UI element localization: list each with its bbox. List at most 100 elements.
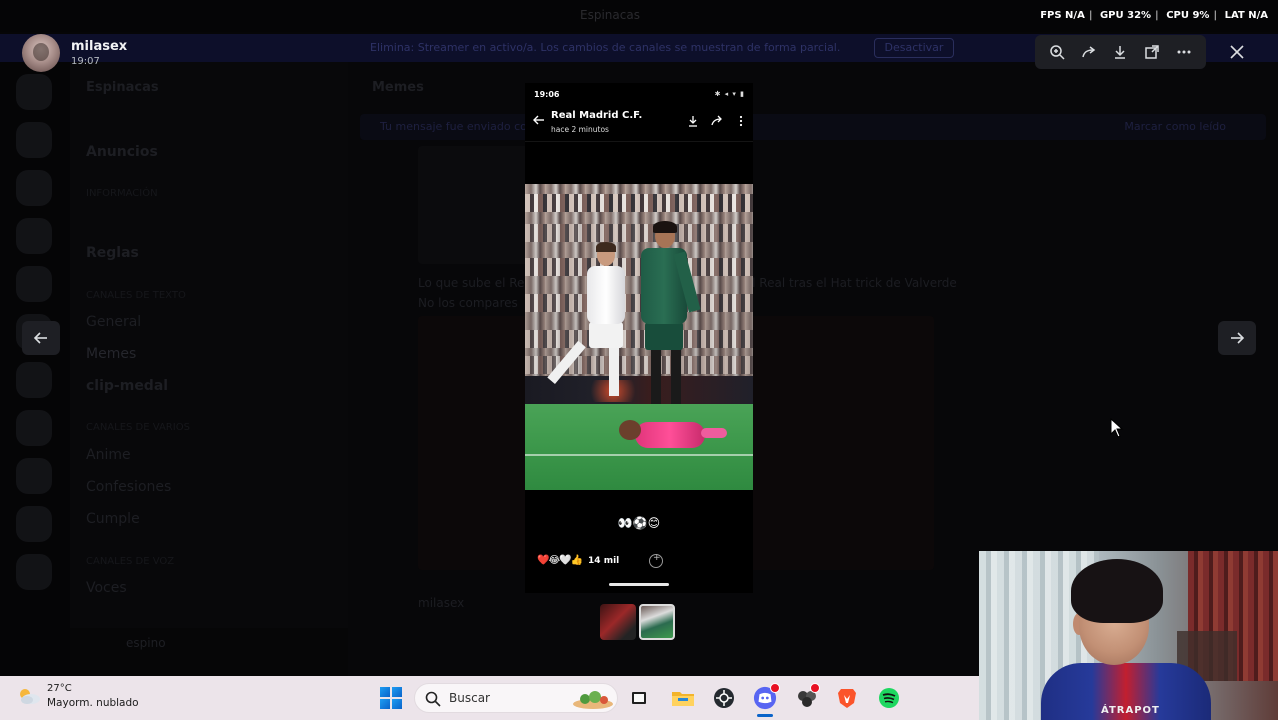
spotify-icon[interactable]: [877, 686, 901, 710]
channel-sidebar: Espinacas Anuncios INFORMACIÓN Reglas CA…: [70, 62, 348, 676]
media-image[interactable]: 19:06 ✱ ◂ ▾ ▮ Real Madrid C.F. hace 2 mi…: [525, 83, 753, 593]
phone-status-icons: ✱ ◂ ▾ ▮: [714, 90, 745, 98]
taskbar-search[interactable]: Buscar: [414, 683, 618, 713]
shirt-text: ÁTRAPOT: [1101, 705, 1160, 716]
webcam-overlay: ÁTRAPOT: [979, 551, 1278, 720]
home-indicator: [609, 583, 669, 586]
server-icon: [16, 506, 52, 542]
reaction-count: 14 mil: [588, 555, 620, 566]
banner-button: Desactivar: [874, 38, 954, 58]
server-icon: [16, 410, 52, 446]
reactions: ❤️😂🤍👍 14 mil: [537, 555, 619, 566]
author-name[interactable]: milasex: [71, 38, 127, 55]
search-icon: [425, 691, 441, 707]
lat-label: LAT: [1224, 10, 1245, 21]
performance-overlay: FPS N/A | GPU 32% | CPU 9% | LAT N/A: [1040, 10, 1268, 21]
server-list: [0, 62, 70, 676]
phone-status-time: 19:06: [534, 90, 560, 99]
share-icon: [711, 115, 722, 126]
post-caption: 👀⚽😊: [617, 516, 661, 530]
discord-icon[interactable]: [753, 683, 780, 710]
self-username: espino: [126, 636, 166, 650]
channel-category: INFORMACIÓN: [86, 188, 158, 199]
close-icon[interactable]: [1222, 37, 1252, 67]
download-icon[interactable]: [1106, 38, 1134, 66]
notification-badge: [810, 683, 820, 693]
football-photo: [525, 184, 753, 490]
file-explorer-icon[interactable]: [671, 686, 695, 710]
open-external-icon[interactable]: [1138, 38, 1166, 66]
channel-item-active: Memes: [86, 346, 137, 362]
chat-header: Memes: [348, 72, 1278, 104]
gpu-value: 32%: [1127, 10, 1152, 21]
avatar[interactable]: [22, 34, 60, 72]
notice-bar: Tu mensaje fue enviado correctamente Mar…: [360, 114, 1266, 140]
previous-image-button[interactable]: [22, 321, 60, 355]
task-view-icon[interactable]: [627, 686, 651, 710]
message-author: milasex: [418, 596, 465, 610]
more-icon[interactable]: [1170, 38, 1198, 66]
cpu-label: CPU: [1166, 10, 1189, 21]
zoom-icon[interactable]: [1043, 38, 1071, 66]
server-icon: [16, 266, 52, 302]
thumbnail[interactable]: [600, 604, 636, 640]
goalkeeper-figure: [605, 414, 727, 454]
active-app-indicator: [757, 714, 773, 717]
kebab-menu-icon: [739, 115, 743, 127]
player-figure: [547, 242, 629, 404]
weather-temperature: 27°C: [47, 683, 72, 694]
search-placeholder: Buscar: [449, 691, 490, 705]
channel-item: clip-medal: [86, 378, 169, 394]
gpu-label: GPU: [1099, 10, 1124, 21]
media-toolbar: [1035, 35, 1206, 69]
github-icon[interactable]: [712, 686, 736, 710]
add-reaction-icon: [649, 553, 663, 568]
arrow-left-icon: [33, 332, 47, 344]
user-panel: espino: [70, 628, 348, 676]
reaction-emojis: ❤️😂🤍👍: [537, 555, 583, 566]
arrow-right-icon: [1231, 332, 1245, 344]
server-icon: [16, 554, 52, 590]
channel-category: CANALES DE TEXTO: [86, 290, 186, 301]
server-icon: [16, 218, 52, 254]
server-icon: [16, 74, 52, 110]
fps-label: FPS: [1040, 10, 1062, 21]
message-text: No los compares: [418, 296, 518, 310]
phone-channel-name: Real Madrid C.F.: [551, 110, 643, 121]
media-thumbnails: [600, 604, 675, 640]
banner-text: Elimina: Streamer en activo/a. Los cambi…: [370, 41, 841, 54]
chat-channel-title: Memes: [372, 80, 424, 95]
channel-item: Anime: [86, 447, 131, 463]
back-arrow-icon: [533, 115, 544, 125]
davinci-resolve-icon[interactable]: [795, 683, 820, 710]
window-title: Espinacas: [580, 8, 640, 22]
player-figure: [625, 221, 705, 424]
mark-read-link: Marcar como leído: [1124, 120, 1226, 133]
search-highlight-art: [573, 691, 613, 709]
thumbnail-selected[interactable]: [639, 604, 675, 640]
next-image-button[interactable]: [1218, 321, 1256, 355]
download-icon: [689, 116, 697, 127]
server-name: Espinacas: [86, 80, 159, 95]
forward-icon[interactable]: [1075, 38, 1103, 66]
previous-image-embed: [418, 146, 538, 264]
notification-badge: [770, 683, 780, 693]
channel-item: Reglas: [86, 245, 139, 261]
windows-start-icon[interactable]: [380, 687, 402, 709]
cpu-value: 9%: [1192, 10, 1210, 21]
server-icon: [16, 458, 52, 494]
server-icon: [16, 170, 52, 206]
channel-item: Confesiones: [86, 479, 172, 495]
phone-actions: [687, 115, 747, 127]
channel-category: CANALES DE VARIOS: [86, 422, 190, 433]
weather-description: Mayorm. nublado: [47, 697, 139, 709]
channel-item: Anuncios: [86, 144, 158, 160]
brave-icon[interactable]: [835, 686, 859, 710]
divider: [525, 141, 753, 142]
channel-item: Cumple: [86, 511, 140, 527]
mouse-cursor-icon: [1110, 418, 1124, 438]
post-time: 19:07: [71, 55, 100, 67]
weather-widget[interactable]: 27°C Mayorm. nublado: [16, 682, 139, 710]
media-author[interactable]: milasex 19:07: [22, 34, 127, 72]
server-icon: [16, 362, 52, 398]
